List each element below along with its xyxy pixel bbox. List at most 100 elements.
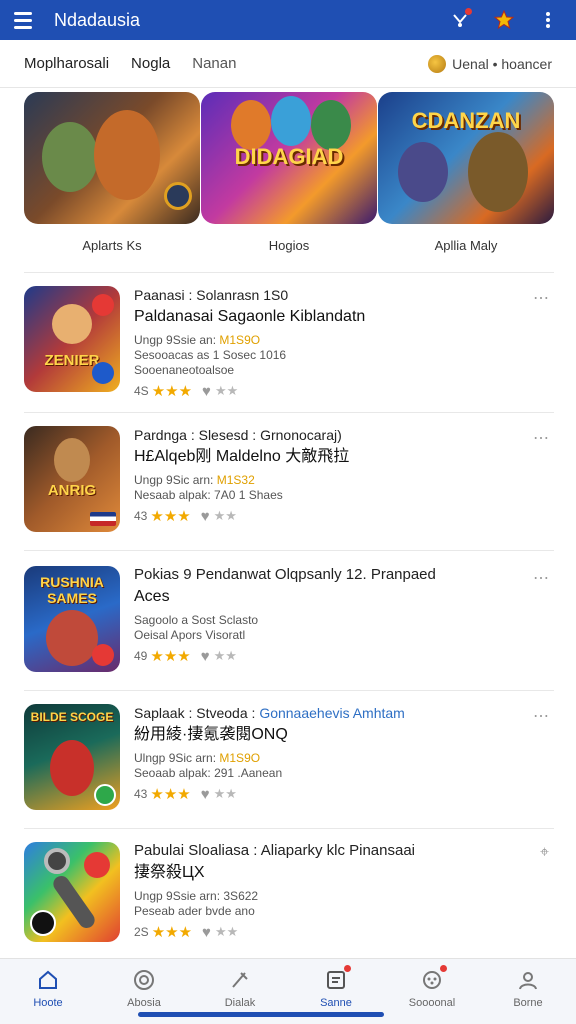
star-icon[interactable] — [490, 6, 518, 34]
menu-icon[interactable] — [14, 9, 36, 31]
home-indicator[interactable] — [138, 1012, 384, 1017]
more-vert-icon[interactable] — [534, 6, 562, 34]
target-icon — [131, 967, 157, 993]
featured-card[interactable]: CDANZAN Apllia Maly — [378, 92, 554, 262]
nav-label: Dialak — [224, 997, 256, 1009]
item-subtitle: Pardnga : Slesesd : Grnonocaraj) — [134, 427, 342, 443]
rating: 49 ★ ★ ★ ♥ ★ ★ — [134, 647, 534, 666]
item-meta: Sagoolo a Sost Sclasto — [134, 613, 259, 627]
badge-icon — [92, 362, 114, 384]
item-subtitle: Pabulai Sloaliasa : Aliaparky klc Pinans… — [134, 842, 415, 859]
featured-art: DIDAGIAD — [201, 92, 377, 224]
top-app-bar: Ndadausia — [0, 0, 576, 40]
list-item-info: Pokias 9 Pendanwat Olqpsanly 12. Pranpae… — [134, 566, 534, 665]
more-options-icon[interactable]: ⋯ — [533, 428, 550, 448]
star-icon: ★ — [150, 786, 164, 803]
category-tabs: Moplharosali Nogla Nanan Uenal • hoancer — [0, 40, 576, 88]
item-subtitle: Pokias 9 Pendanwat Olqpsanly 12. Pranpae… — [134, 566, 436, 583]
nav-soooonal[interactable]: Soooonal — [384, 959, 480, 1024]
home-icon — [35, 967, 61, 993]
thumbnail-text: BILDE SCOGE — [30, 710, 114, 724]
nav-home[interactable]: Hoote — [0, 959, 96, 1024]
star-icon: ★ — [213, 786, 226, 801]
news-icon — [323, 965, 351, 993]
item-price: M1S32 — [216, 473, 255, 487]
thumbnail-text: ANRIG — [47, 482, 97, 499]
star-icon: ★ — [177, 508, 191, 525]
featured-art — [24, 92, 200, 224]
heart-icon[interactable]: ♥ — [201, 508, 210, 525]
profile-icon — [515, 967, 541, 993]
coin-icon — [428, 54, 447, 73]
star-icon: ★ — [151, 924, 166, 941]
list-item[interactable]: ZENIER Paanasi : Solanrasn 1S0 Paldanasa… — [24, 286, 554, 400]
rating: 4S ★ ★ ★ ♥ ★ ★ — [134, 382, 534, 401]
brush-icon — [227, 967, 253, 993]
app-thumbnail — [24, 842, 120, 942]
app-thumbnail: RUSHNIA SAMES — [24, 566, 120, 672]
star-icon: ★ — [213, 648, 226, 663]
divider — [24, 550, 554, 551]
badge-icon — [92, 294, 114, 316]
more-options-icon[interactable]: ⋯ — [533, 706, 550, 726]
notification-icon[interactable] — [446, 6, 474, 34]
coin-balance-label: Uenal • hoancer — [452, 55, 552, 72]
star-icon: ★ — [177, 786, 191, 803]
star-icon: ★ — [214, 924, 227, 939]
heart-icon[interactable]: ♥ — [201, 648, 210, 665]
featured-card[interactable]: DIDAGIAD Hogios — [201, 92, 377, 262]
star-icon: ★ — [177, 648, 191, 665]
star-icon: ★ — [178, 924, 193, 941]
app-thumbnail: ANRIG — [24, 426, 120, 532]
star-icon: ★ — [150, 648, 164, 665]
pin-icon[interactable]: ⌖ — [540, 844, 550, 862]
featured-card[interactable]: Aplarts Ks — [24, 92, 200, 262]
star-icon: ★ — [178, 383, 193, 400]
nav-borne[interactable]: Borne — [480, 959, 576, 1024]
more-options-icon[interactable]: ⋯ — [533, 568, 550, 588]
item-detail: Peseab ader bvde ano — [134, 904, 255, 918]
item-title: Aces — [134, 588, 170, 605]
item-subtitle: Saplaak : Stveoda : Gonnaaehevis Amhtam — [134, 705, 405, 721]
divider — [24, 272, 554, 273]
featured-art-text: CDANZAN — [411, 108, 521, 133]
tab-3[interactable]: Nanan — [192, 55, 236, 72]
app-title: Ndadausia — [54, 9, 141, 30]
item-detail: Nesaab alpak: 7A0 1 Shaes — [134, 488, 283, 502]
coin-balance[interactable]: Uenal • hoancer — [428, 54, 552, 73]
star-icon: ★ — [226, 383, 239, 398]
nav-label: Sanne — [320, 997, 352, 1009]
heart-icon[interactable]: ♥ — [202, 383, 211, 400]
heart-icon[interactable]: ♥ — [201, 786, 210, 803]
check-badge-icon — [94, 784, 116, 806]
more-options-icon[interactable]: ⋯ — [533, 288, 550, 308]
nav-label: Soooonal — [408, 997, 456, 1009]
rating: 43 ★ ★ ★ ♥ ★ ★ — [134, 507, 534, 526]
heart-icon[interactable]: ♥ — [202, 924, 211, 941]
badge-icon — [92, 644, 114, 666]
featured-caption: Aplarts Ks — [82, 238, 142, 253]
list-item[interactable]: RUSHNIA SAMES Pokias 9 Pendanwat Olqpsan… — [24, 566, 554, 672]
item-title: 捿祭殺ЦХ — [134, 864, 205, 881]
item-title: 紛用綾·捿氪袭閱ONQ — [134, 726, 288, 743]
rating-number: 4S — [134, 384, 149, 398]
list-item[interactable]: Pabulai Sloaliasa : Aliaparky klc Pinans… — [24, 842, 554, 942]
item-link[interactable]: Gonnaaehevis Amhtam — [259, 705, 405, 721]
item-detail: Sooenaneotoalsoe — [134, 363, 235, 377]
featured-caption: Hogios — [268, 238, 310, 253]
list-item-info: Pabulai Sloaliasa : Aliaparky klc Pinans… — [134, 842, 534, 941]
rating-number: 2S — [134, 925, 149, 939]
tab-1[interactable]: Moplharosali — [24, 55, 109, 72]
star-icon: ★ — [150, 508, 164, 525]
rating-number: 43 — [134, 509, 148, 523]
nav-label: Hoote — [33, 997, 63, 1009]
star-icon: ★ — [226, 924, 239, 939]
item-title: H£Alqeb刚 Maldelno 大敵飛拉 — [134, 448, 350, 465]
nav-label: Abosia — [127, 997, 161, 1009]
star-icon: ★ — [213, 508, 226, 523]
item-price: M1S9O — [219, 751, 261, 765]
list-item[interactable]: ANRIG Pardnga : Slesesd : Grnonocaraj) H… — [24, 426, 554, 532]
tab-2[interactable]: Nogla — [131, 55, 170, 72]
item-meta: Ungp 9Sic arn: M1S32 — [134, 473, 255, 487]
list-item[interactable]: BILDE SCOGE Saplaak : Stveoda : Gonnaaeh… — [24, 704, 554, 810]
